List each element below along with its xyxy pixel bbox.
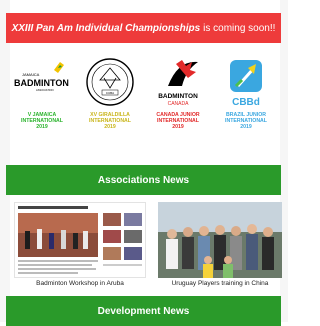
cbbd-logo-icon: CBBd: [230, 60, 262, 108]
associations-news-header[interactable]: Associations News: [6, 165, 281, 195]
championship-banner[interactable]: XXIII Pan Am Individual Championships is…: [6, 13, 281, 43]
logo-badminton-canada[interactable]: BADMINTON CANADA CANADA JUNIOR INTERNATI…: [146, 56, 210, 136]
canada-logo-word-2: CANADA: [168, 101, 190, 107]
giraldilla-seal-icon: CUBA: [86, 58, 134, 106]
logo-jamaica[interactable]: JAMAICA BADMINTON ASSOCIATION V JAMAICA …: [10, 56, 74, 136]
canada-caption-line-3: 2019: [172, 124, 184, 130]
banner-rest: is coming soon!!: [203, 22, 276, 34]
jamaica-badminton-logo-icon: JAMAICA BADMINTON ASSOCIATION: [14, 62, 69, 92]
jamaica-logo-word-2: BADMINTON: [14, 78, 69, 88]
cbbd-caption-line-3: 2019: [240, 124, 252, 130]
tournament-logos-row: JAMAICA BADMINTON ASSOCIATION V JAMAICA …: [10, 56, 280, 136]
canada-logo-word-1: BADMINTON: [158, 93, 198, 100]
aruba-article-screenshot-image: [18, 206, 142, 274]
aruba-caption: Badminton Workshop in Aruba: [36, 280, 124, 287]
giraldilla-seal-cuba: CUBA: [106, 91, 114, 95]
logo-giraldilla[interactable]: CUBA XV GIRALDILLA INTERNATIONAL 2019: [78, 56, 142, 136]
badminton-canada-logo-icon: BADMINTON CANADA: [158, 60, 198, 107]
aruba-thumbnail: [14, 202, 146, 278]
jamaica-logo-word-3: ASSOCIATION: [36, 88, 54, 92]
associations-news-title: Associations News: [97, 174, 190, 186]
jamaica-logo-word-1: JAMAICA: [22, 72, 40, 77]
uruguay-team-photo-image: [158, 202, 282, 278]
jamaica-caption: V JAMAICA INTERNATIONAL 2019: [10, 112, 74, 130]
cbbd-logo-word: CBBd: [232, 97, 260, 108]
news-card-uruguay[interactable]: Uruguay Players training in China: [158, 202, 282, 292]
uruguay-thumbnail: [158, 202, 282, 278]
development-news-title: Development News: [97, 305, 190, 317]
uruguay-caption: Uruguay Players training in China: [171, 280, 269, 287]
news-card-aruba[interactable]: Badminton Workshop in Aruba: [14, 202, 146, 292]
giraldilla-caption: XV GIRALDILLA INTERNATIONAL 2019: [78, 112, 142, 130]
cbbd-caption: BRAZIL JUNIOR INTERNATIONAL 2019: [214, 112, 278, 130]
banner-highlight: XXIII Pan Am Individual Championships: [11, 22, 201, 34]
logo-cbbd[interactable]: CBBd BRAZIL JUNIOR INTERNATIONAL 2019: [214, 56, 278, 136]
giraldilla-caption-line-3: 2019: [104, 124, 116, 130]
jamaica-caption-line-3: 2019: [36, 124, 48, 130]
canada-caption: CANADA JUNIOR INTERNATIONAL 2019: [146, 112, 210, 130]
